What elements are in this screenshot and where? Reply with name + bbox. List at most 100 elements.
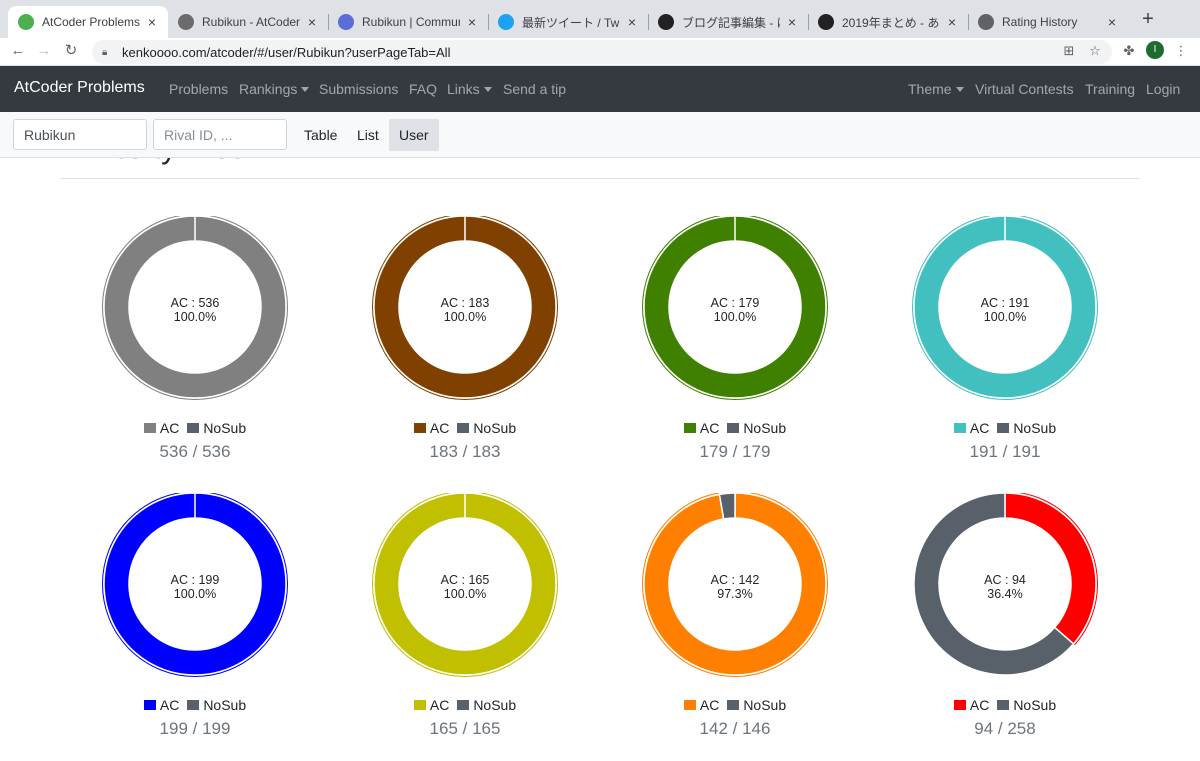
nav-link-faq[interactable]: FAQ <box>409 81 437 97</box>
pie-center-percent: 100.0% <box>443 310 487 324</box>
nav-link-virtual-contests[interactable]: Virtual Contests <box>975 81 1074 97</box>
pie-solved-count: 165 / 165 <box>429 719 501 738</box>
legend-item-nosub[interactable]: NoSub <box>997 697 1056 713</box>
legend-item-ac[interactable]: AC <box>413 420 450 436</box>
legend-item-ac[interactable]: AC <box>143 420 180 436</box>
pie-center-percent: 100.0% <box>173 310 217 324</box>
translate-icon[interactable]: ⊞ <box>1060 42 1078 60</box>
difficulty-pie: AC : 191 100.0% AC NoSub 191 / 191 <box>870 216 1140 484</box>
legend-item-nosub[interactable]: NoSub <box>187 697 246 713</box>
browser-tab[interactable]: 最新ツイート / Twitter × <box>488 6 648 38</box>
profile-avatar[interactable]: I <box>1146 41 1164 59</box>
legend-item-ac[interactable]: AC <box>953 697 989 713</box>
pie-legend: AC NoSub <box>330 420 600 436</box>
browser-tab[interactable]: Rubikun | Community i × <box>328 6 488 38</box>
pie-center-ac-label: AC : 536 <box>170 296 220 310</box>
tab-close-icon[interactable]: × <box>786 14 798 30</box>
new-tab-plus-icon[interactable]: + <box>1138 8 1158 31</box>
user-id-input[interactable] <box>13 119 147 150</box>
tab-close-icon[interactable]: × <box>946 14 958 30</box>
pie-solved-count: 142 / 146 <box>699 719 771 738</box>
extensions-icon[interactable]: ✤ <box>1120 42 1138 60</box>
tab-close-icon[interactable]: × <box>466 14 478 30</box>
legend-item-nosub[interactable]: NoSub <box>997 420 1056 436</box>
legend-swatch <box>457 423 470 433</box>
browser-tab-title: Rubikun - AtCoder <box>202 15 300 29</box>
legend-item-ac[interactable]: AC <box>953 420 989 436</box>
legend-item-nosub[interactable]: NoSub <box>727 697 786 713</box>
legend-item-nosub[interactable]: NoSub <box>187 420 246 436</box>
nav-link-label: Virtual Contests <box>975 81 1074 97</box>
forward-arrow-icon[interactable]: → <box>34 41 54 61</box>
nav-link-rankings[interactable]: Rankings <box>239 81 310 97</box>
legend-label: AC <box>159 420 180 436</box>
browser-toolbar: ← → ↻ 🔒︎ kenkoooo.com/atcoder/#/user/Rub… <box>0 38 1200 66</box>
browser-tab[interactable]: AtCoder Problems × <box>8 6 168 38</box>
legend-label: NoSub <box>473 697 517 713</box>
pie-slice-ac[interactable] <box>1004 493 1097 645</box>
legend-label: NoSub <box>743 697 787 713</box>
caret-down-icon <box>301 87 310 92</box>
legend-label: AC <box>429 420 450 436</box>
pie-center-percent: 100.0% <box>713 310 757 324</box>
tab-table[interactable]: Table <box>294 119 347 151</box>
nav-link-problems[interactable]: Problems <box>169 81 228 97</box>
pie-center-ac-label: AC : 165 <box>440 573 490 587</box>
nav-link-label: Theme <box>908 81 952 97</box>
nav-link-login[interactable]: Login <box>1146 81 1180 97</box>
tab-close-icon[interactable]: × <box>306 14 318 30</box>
pie-legend: AC NoSub <box>870 697 1140 713</box>
tab-list[interactable]: List <box>347 119 389 151</box>
browser-tab[interactable]: Rating History × <box>968 6 1128 38</box>
reload-icon[interactable]: ↻ <box>61 41 81 61</box>
pie-legend: AC NoSub <box>870 420 1140 436</box>
legend-swatch <box>683 423 696 433</box>
community-icon <box>338 14 354 30</box>
legend-label: NoSub <box>1013 420 1057 436</box>
nav-link-links[interactable]: Links <box>447 81 492 97</box>
back-arrow-icon[interactable]: ← <box>8 41 28 61</box>
legend-swatch <box>953 700 966 710</box>
browser-tab[interactable]: 2019年まとめ - あああお × <box>808 6 968 38</box>
difficulty-pie: AC : 536 100.0% AC NoSub 536 / 536 <box>60 216 330 484</box>
legend-item-ac[interactable]: AC <box>143 697 179 713</box>
legend-swatch <box>953 423 966 433</box>
legend-swatch <box>187 700 200 710</box>
legend-item-ac[interactable]: AC <box>413 697 449 713</box>
user-search-bar: Table List User <box>0 112 1200 158</box>
address-bar[interactable]: 🔒︎ kenkoooo.com/atcoder/#/user/Rubikun?u… <box>92 40 1112 64</box>
nav-link-label: Login <box>1146 81 1181 97</box>
tab-close-icon[interactable]: × <box>1106 14 1118 30</box>
browser-tab[interactable]: ブログ記事編集 - はてな × <box>648 6 808 38</box>
legend-item-nosub[interactable]: NoSub <box>727 420 786 436</box>
browser-tab[interactable]: Rubikun - AtCoder × <box>168 6 328 38</box>
legend-swatch <box>413 423 426 433</box>
legend-item-nosub[interactable]: NoSub <box>457 420 516 436</box>
brand-logo[interactable]: AtCoder Problems <box>14 79 145 97</box>
legend-item-ac[interactable]: AC <box>683 420 719 436</box>
atcoder-problems-icon <box>18 14 34 30</box>
legend-item-ac[interactable]: AC <box>683 697 719 713</box>
pie-center-ac-label: AC : 94 <box>984 573 1026 587</box>
tab-close-icon[interactable]: × <box>626 14 638 30</box>
pie-solved-count: 536 / 536 <box>159 442 231 461</box>
difficulty-pie: AC : 165 100.0% AC NoSub 165 / 165 <box>330 493 600 761</box>
nav-link-theme[interactable]: Theme <box>908 81 964 97</box>
pie-center-ac-label: AC : 191 <box>980 296 1030 310</box>
bookmark-star-icon[interactable]: ☆ <box>1086 42 1104 60</box>
nav-link-training[interactable]: Training <box>1085 81 1135 97</box>
pie-solved-count: 94 / 258 <box>974 719 1036 738</box>
nav-link-send-a-tip[interactable]: Send a tip <box>503 81 566 97</box>
legend-label: NoSub <box>203 697 247 713</box>
browser-tab-title: AtCoder Problems <box>42 15 140 29</box>
nav-link-label: FAQ <box>409 81 438 97</box>
atcoder-icon <box>178 14 194 30</box>
menu-dots-icon[interactable]: ⋮ <box>1172 42 1190 60</box>
rival-id-input[interactable] <box>153 119 287 150</box>
pie-center-ac-label: AC : 199 <box>170 573 220 587</box>
tab-user[interactable]: User <box>389 119 439 151</box>
nav-link-submissions[interactable]: Submissions <box>319 81 398 97</box>
browser-tab-title: Rating History <box>1002 15 1078 29</box>
tab-close-icon[interactable]: × <box>146 14 158 30</box>
legend-item-nosub[interactable]: NoSub <box>457 697 516 713</box>
